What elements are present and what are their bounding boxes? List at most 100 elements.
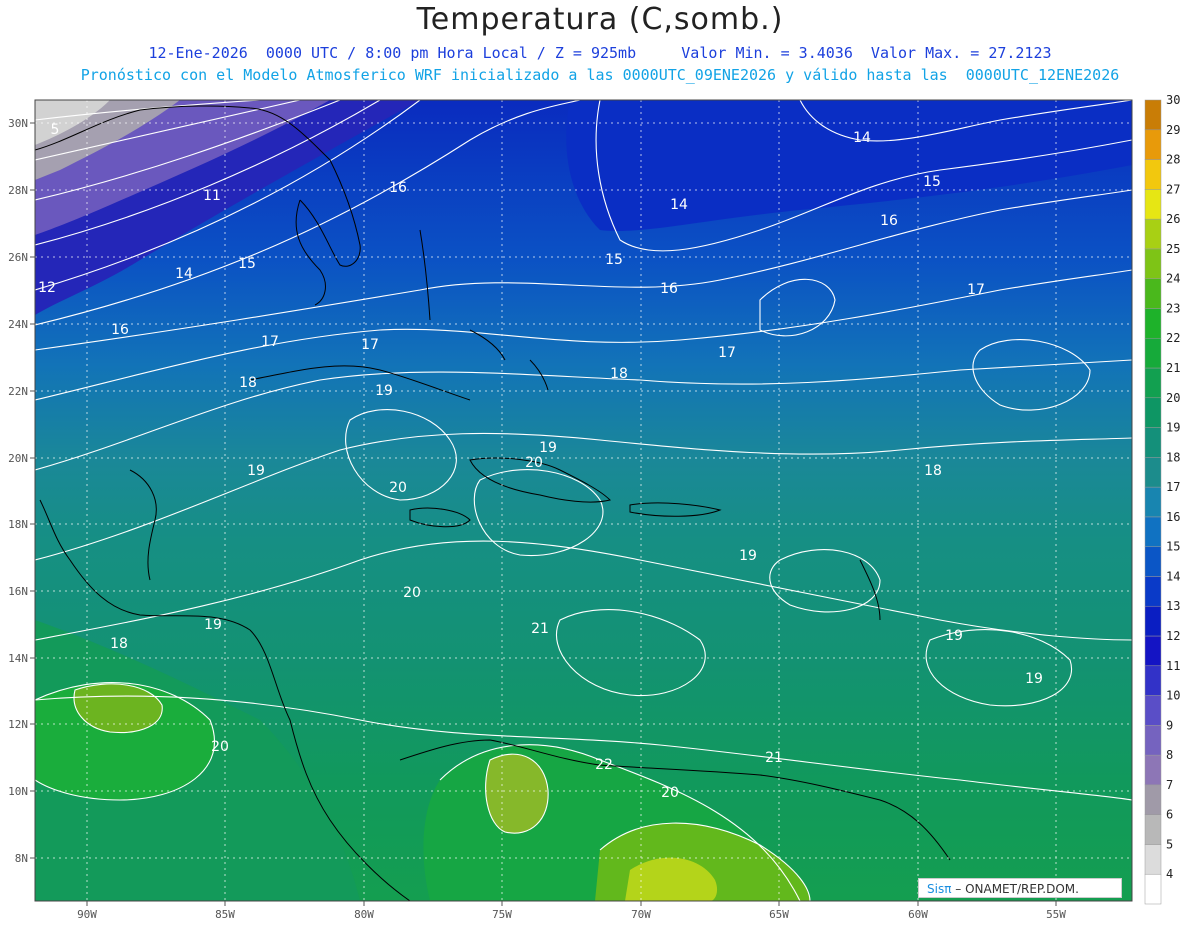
lat-label: 12N xyxy=(8,718,28,731)
colorbar-label: 12 xyxy=(1166,629,1180,643)
contour-label: 20 xyxy=(211,739,229,755)
colorbar-swatch xyxy=(1144,635,1162,667)
contour-label: 15 xyxy=(923,174,941,190)
temperature-map: 30N 28N 26N 24N 22N 20N 18N 16N 14N 12N … xyxy=(8,93,1180,921)
colorbar-swatch xyxy=(1144,695,1162,726)
colorbar-swatch xyxy=(1144,546,1162,577)
colorbar-swatch xyxy=(1144,754,1162,786)
lat-label: 22N xyxy=(8,385,28,398)
colorbar-label: 15 xyxy=(1166,540,1180,554)
colorbar-swatch xyxy=(1144,218,1162,250)
contour-label: 17 xyxy=(261,334,279,350)
colorbar: 4 5 6 7 8 9 10 11 12 13 14 15 16 17 18 19 20 21 22 23 24 25 26… xyxy=(1144,93,1180,905)
contour-label: 19 xyxy=(204,617,222,633)
contour-label: 17 xyxy=(361,337,379,353)
colorbar-label: 24 xyxy=(1166,272,1180,286)
colorbar-label: 20 xyxy=(1166,391,1180,405)
field-layer xyxy=(35,100,1132,901)
colorbar-label: 18 xyxy=(1166,450,1180,464)
sispi-logo: Sisπ xyxy=(927,882,952,896)
colorbar-label: 23 xyxy=(1166,301,1180,315)
colorbar-label: 27 xyxy=(1166,182,1180,196)
latitude-labels: 30N 28N 26N 24N 22N 20N 18N 16N 14N 12N … xyxy=(8,117,28,865)
contour-label: 14 xyxy=(670,197,688,213)
colorbar-label: 16 xyxy=(1166,510,1180,524)
lon-label: 70W xyxy=(631,908,651,921)
colorbar-swatch xyxy=(1144,486,1162,518)
contour-label: 20 xyxy=(661,785,679,801)
colorbar-label: 22 xyxy=(1166,331,1180,345)
lon-label: 60W xyxy=(908,908,928,921)
colorbar-swatch xyxy=(1144,457,1162,488)
colorbar-swatch xyxy=(1144,337,1162,369)
contour-label: 18 xyxy=(110,636,128,652)
contour-label: 19 xyxy=(247,463,265,479)
colorbar-label: 13 xyxy=(1166,599,1180,613)
contour-label: 21 xyxy=(531,621,549,637)
contour-label: 20 xyxy=(403,585,421,601)
colorbar-label: 7 xyxy=(1166,778,1173,792)
colorbar-label: 25 xyxy=(1166,242,1180,256)
lat-label: 24N xyxy=(8,318,28,331)
contour-label: 16 xyxy=(111,322,129,338)
colorbar-swatch xyxy=(1144,844,1162,875)
colorbar-swatch xyxy=(1144,873,1162,905)
lon-label: 75W xyxy=(492,908,512,921)
contour-label: 19 xyxy=(1025,671,1043,687)
colorbar-swatch xyxy=(1144,784,1162,815)
contour-label: 17 xyxy=(718,345,736,361)
colorbar-swatch xyxy=(1144,576,1162,607)
contour-label: 15 xyxy=(238,256,256,272)
contour-label: 14 xyxy=(853,130,871,146)
colorbar-swatch xyxy=(1144,99,1162,131)
lat-label: 14N xyxy=(8,652,28,665)
colorbar-swatch xyxy=(1144,665,1162,696)
contour-label: 19 xyxy=(375,383,393,399)
lon-label: 80W xyxy=(354,908,374,921)
contour-label: 22 xyxy=(595,757,613,773)
contour-label: 19 xyxy=(945,628,963,644)
colorbar-swatch xyxy=(1144,397,1162,428)
colorbar-swatch xyxy=(1144,278,1162,309)
contour-label: 16 xyxy=(389,180,407,196)
colorbar-swatch xyxy=(1144,159,1162,190)
colorbar-swatch xyxy=(1144,725,1162,756)
colorbar-swatch xyxy=(1144,308,1162,339)
contour-label: 15 xyxy=(605,252,623,268)
colorbar-label: 29 xyxy=(1166,123,1180,137)
colorbar-label: 19 xyxy=(1166,421,1180,435)
contour-label: 17 xyxy=(967,282,985,298)
lon-label: 55W xyxy=(1046,908,1066,921)
contour-label: 12 xyxy=(38,280,56,296)
contour-label: 5 xyxy=(51,122,60,138)
colorbar-label: 4 xyxy=(1166,867,1173,881)
colorbar-label: 21 xyxy=(1166,361,1180,375)
credit-box: Sisπ – ONAMET/REP.DOM. xyxy=(918,878,1122,898)
lon-label: 65W xyxy=(769,908,789,921)
colorbar-label: 6 xyxy=(1166,808,1173,822)
contour-label: 20 xyxy=(525,455,543,471)
longitude-labels: 90W 85W 80W 75W 70W 65W 60W 55W xyxy=(77,908,1066,921)
colorbar-swatch xyxy=(1144,248,1162,279)
colorbar-label: 14 xyxy=(1166,569,1180,583)
contour-label: 19 xyxy=(739,548,757,564)
colorbar-swatch xyxy=(1144,367,1162,399)
colorbar-swatch xyxy=(1144,605,1162,637)
contour-label: 14 xyxy=(175,266,193,282)
lat-label: 10N xyxy=(8,785,28,798)
lat-label: 16N xyxy=(8,585,28,598)
contour-label: 18 xyxy=(239,375,257,391)
lat-label: 26N xyxy=(8,251,28,264)
colorbar-swatch xyxy=(1144,814,1162,845)
contour-label: 18 xyxy=(610,366,628,382)
colorbar-label: 11 xyxy=(1166,659,1180,673)
colorbar-swatch xyxy=(1144,427,1162,458)
colorbar-label: 28 xyxy=(1166,153,1180,167)
contour-label: 11 xyxy=(203,188,221,204)
contour-label: 18 xyxy=(924,463,942,479)
contour-label: 16 xyxy=(660,281,678,297)
colorbar-label: 9 xyxy=(1166,718,1173,732)
colorbar-label: 5 xyxy=(1166,837,1173,851)
colorbar-label: 26 xyxy=(1166,212,1180,226)
contour-label: 16 xyxy=(880,213,898,229)
